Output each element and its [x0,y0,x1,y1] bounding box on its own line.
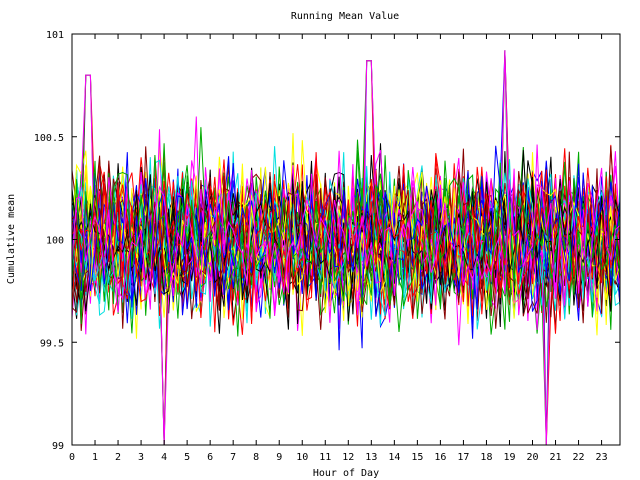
x-tick-label: 5 [184,452,190,463]
x-tick-label: 13 [365,452,377,463]
series-layer [71,50,621,446]
x-tick-label: 4 [161,452,167,463]
x-tick-label: 12 [342,452,354,463]
x-tick-label: 3 [138,452,144,463]
chart: Running Mean Value Cumulative mean Hour … [6,11,621,479]
x-axis-label: Hour of Day [313,468,379,479]
x-tick-label: 21 [550,452,562,463]
y-tick-label: 101 [46,30,64,41]
x-tick-label: 6 [207,452,213,463]
chart-title: Running Mean Value [291,11,399,22]
x-tick-label: 18 [480,452,492,463]
x-tick-label: 8 [253,452,259,463]
x-tick-label: 20 [526,452,538,463]
x-tick-label: 1 [92,452,98,463]
y-tick-label: 99 [52,441,64,452]
y-tick-label: 99.5 [40,338,64,349]
x-tick-label: 22 [573,452,585,463]
x-tick-label: 19 [503,452,515,463]
x-tick-label: 15 [411,452,423,463]
y-tick-label: 100 [46,236,64,247]
x-tick-label: 11 [319,452,331,463]
x-tick-label: 14 [388,452,400,463]
x-tick-label: 10 [296,452,308,463]
x-tick-label: 2 [115,452,121,463]
x-tick-label: 7 [230,452,236,463]
x-tick-label: 9 [276,452,282,463]
x-tick-label: 16 [434,452,446,463]
x-tick-label: 23 [596,452,608,463]
y-tick-label: 100.5 [34,133,64,144]
y-axis-label: Cumulative mean [6,194,17,284]
x-tick-label: 0 [69,452,75,463]
x-tick-label: 17 [457,452,469,463]
